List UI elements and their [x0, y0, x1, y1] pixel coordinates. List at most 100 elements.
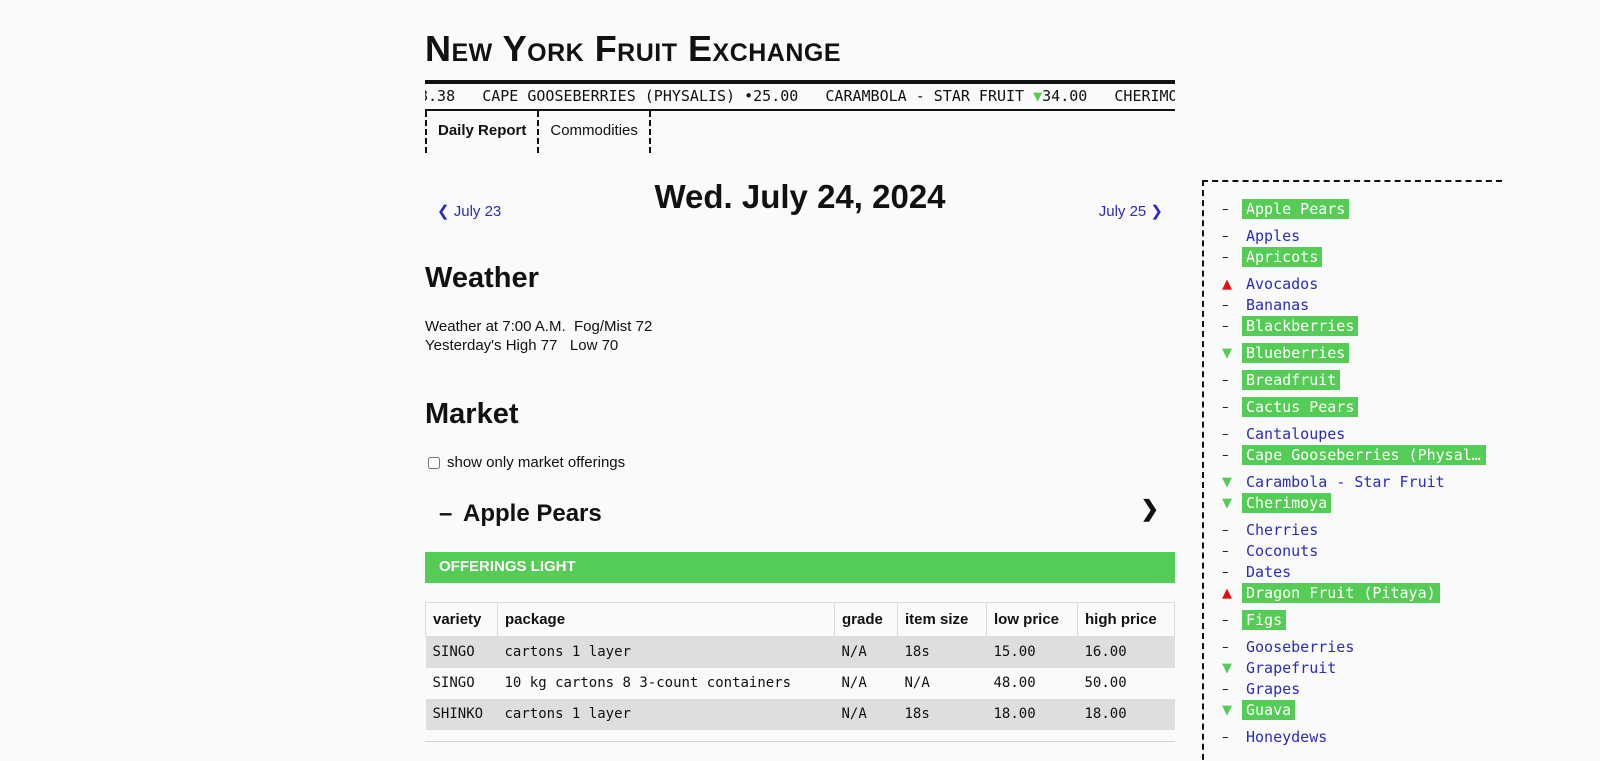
report-date: Wed. July 24, 2024 — [654, 178, 946, 215]
sidebar-commodity-link[interactable]: Cape Gooseberries (Physalis) — [1242, 445, 1486, 465]
sidebar-commodity-item[interactable]: – Cantaloupes — [1222, 423, 1349, 445]
sidebar-commodity-link[interactable]: Figs — [1242, 610, 1287, 630]
cell-low-price: 48.00 — [993, 675, 1036, 691]
sidebar-commodity-item[interactable]: – Breadfruit — [1222, 369, 1341, 391]
tab-daily-report[interactable]: Daily Report — [425, 111, 537, 153]
sidebar-commodity-item[interactable]: – Dates — [1222, 561, 1295, 583]
trend-flat-icon: – — [1222, 399, 1229, 415]
table-row: SINGO cartons 1 layer N/A 18s 15.00 16.0… — [425, 636, 1175, 668]
cell-item-size: 18s — [897, 636, 987, 668]
sidebar-commodity-item[interactable]: – Cherries — [1222, 519, 1322, 541]
trend-flat-icon: – — [1222, 372, 1229, 388]
ticker-price: 25.00 — [753, 87, 799, 105]
sidebar-commodity-link[interactable]: Cactus Pears — [1242, 397, 1359, 417]
trend-down-icon: ▼ — [1222, 702, 1232, 718]
sidebar-commodity-item[interactable]: – Cactus Pears — [1222, 396, 1359, 418]
next-day-link[interactable]: July 25 ❯ — [1099, 202, 1163, 220]
sidebar-commodity-item[interactable]: ▲ Avocados — [1222, 273, 1322, 295]
sidebar-commodity-item[interactable]: – Apples — [1222, 225, 1304, 247]
sidebar-commodity-item[interactable]: – Cape Gooseberries (Physalis) — [1222, 444, 1486, 466]
sidebar-commodity-item[interactable]: ▼ Blueberries — [1222, 342, 1350, 364]
cell-grade: N/A — [841, 675, 867, 691]
trend-flat-icon: – — [439, 500, 453, 527]
nav-tabs: Daily Report Commodities — [425, 111, 651, 153]
tab-commodities[interactable]: Commodities — [537, 111, 651, 153]
trend-down-icon: ▼ — [1222, 474, 1232, 490]
trend-flat-icon: – — [1222, 564, 1229, 580]
cell-variety: SHINKO — [425, 698, 498, 730]
date-navigation: ❮ July 23 Wed. July 24, 2024 July 25 ❯ — [425, 176, 1175, 220]
fruit-section-header[interactable]: – Apple Pears ❯ — [425, 496, 1175, 532]
sidebar-commodity-link[interactable]: Cherimoya — [1242, 493, 1332, 513]
sidebar-commodity-link[interactable]: Cherries — [1242, 520, 1322, 540]
sidebar-commodity-item[interactable]: – Honeydews — [1222, 726, 1331, 748]
sidebar-commodity-item[interactable]: – Gooseberries — [1222, 636, 1358, 658]
sidebar-commodity-item[interactable]: – Coconuts — [1222, 540, 1322, 562]
bullet-icon: • — [744, 87, 754, 105]
sidebar-commodity-link[interactable]: Apples — [1242, 226, 1304, 246]
ticker-price: 8.38 — [425, 87, 456, 105]
column-header: low price — [986, 602, 1078, 637]
table-row: SHINKO cartons 1 layer N/A 18s 18.00 18.… — [425, 698, 1175, 730]
market-offerings-label: show only market offerings — [447, 454, 626, 471]
sidebar-commodity-item[interactable]: ▼ Carambola - Star Fruit — [1222, 471, 1449, 493]
sidebar-commodity-link[interactable]: Guava — [1242, 700, 1296, 720]
cell-item-size: N/A — [904, 675, 930, 691]
commodity-sidebar: – Apple Pears – Apples – Apricots ▲ Avocados – Ba… — [1202, 180, 1502, 761]
ticker-commodity: CARAMBOLA - STAR FRUIT — [825, 87, 1034, 105]
offerings-table: variety package grade item size low pric… — [425, 602, 1175, 730]
sidebar-commodity-link[interactable]: Apricots — [1242, 247, 1323, 267]
column-header: variety — [425, 602, 498, 637]
section-divider — [425, 741, 1175, 742]
sidebar-commodity-link[interactable]: Gooseberries — [1242, 637, 1358, 657]
sidebar-commodity-item[interactable]: – Blackberries — [1222, 315, 1359, 337]
sidebar-commodity-link[interactable]: Blackberries — [1242, 316, 1359, 336]
sidebar-commodity-link[interactable]: Cantaloupes — [1242, 424, 1349, 444]
ticker-track: 8.38 CAPE GOOSEBERRIES (PHYSALIS) •25.00… — [425, 84, 1175, 108]
sidebar-commodity-item[interactable]: ▲ Dragon Fruit (Pitaya) — [1222, 582, 1440, 604]
table-header-row: variety package grade item size low pric… — [425, 602, 1175, 637]
sidebar-commodity-item[interactable]: – Apricots — [1222, 246, 1323, 268]
sidebar-commodity-item[interactable]: ▼ Guava — [1222, 699, 1296, 721]
cell-grade: N/A — [834, 636, 898, 668]
sidebar-commodity-link[interactable]: Dragon Fruit (Pitaya) — [1242, 583, 1440, 603]
fruit-name: Apple Pears — [463, 500, 602, 527]
ticker-price: 34.00 — [1042, 87, 1088, 105]
sidebar-commodity-item[interactable]: ▼ Grapefruit — [1222, 657, 1340, 679]
sidebar-commodity-link[interactable]: Carambola - Star Fruit — [1242, 472, 1449, 492]
cell-item-size: 18s — [897, 698, 987, 730]
cell-package: 10 kg cartons 8 3-count containers — [504, 675, 792, 691]
cell-variety: SINGO — [425, 636, 498, 668]
sidebar-commodity-item[interactable]: – Apple Pears — [1222, 198, 1350, 220]
market-offerings-checkbox[interactable] — [428, 456, 440, 469]
sidebar-commodity-item[interactable]: – Figs — [1222, 609, 1287, 631]
ticker-commodity: CAPE GOOSEBERRIES (PHYSALIS) — [482, 87, 745, 105]
weather-conditions: Weather at 7:00 A.M. Fog/Mist 72 — [425, 318, 653, 335]
trend-flat-icon: – — [1222, 201, 1229, 217]
trend-flat-icon: – — [1222, 249, 1229, 265]
cell-variety: SINGO — [432, 675, 475, 691]
sidebar-commodity-link[interactable]: Apple Pears — [1242, 199, 1350, 219]
chevron-right-icon[interactable]: ❯ — [1141, 496, 1159, 522]
trend-flat-icon: – — [1222, 318, 1229, 334]
sidebar-commodity-item[interactable]: – Grapes — [1222, 678, 1304, 700]
trend-flat-icon: – — [1222, 729, 1229, 745]
sidebar-commodity-link[interactable]: Bananas — [1242, 295, 1313, 315]
sidebar-commodity-link[interactable]: Blueberries — [1242, 343, 1350, 363]
sidebar-commodity-item[interactable]: ▼ Cherimoya — [1222, 492, 1332, 514]
sidebar-commodity-link[interactable]: Breadfruit — [1242, 370, 1341, 390]
sidebar-commodity-link[interactable]: Grapes — [1242, 679, 1304, 699]
trend-down-icon: ▼ — [1222, 660, 1232, 676]
sidebar-commodity-link[interactable]: Honeydews — [1242, 727, 1331, 747]
sidebar-commodity-item[interactable]: – Bananas — [1222, 294, 1313, 316]
cell-high-price: 18.00 — [1077, 698, 1175, 730]
sidebar-commodity-link[interactable]: Coconuts — [1242, 541, 1322, 561]
trend-flat-icon: – — [1222, 522, 1229, 538]
column-header: high price — [1077, 602, 1175, 637]
market-offerings-filter[interactable]: show only market offerings — [428, 454, 625, 471]
sidebar-commodity-link[interactable]: Dates — [1242, 562, 1295, 582]
site-title: New York Fruit Exchange — [425, 28, 842, 69]
sidebar-commodity-link[interactable]: Grapefruit — [1242, 658, 1340, 678]
column-header: grade — [834, 602, 898, 637]
sidebar-commodity-link[interactable]: Avocados — [1242, 274, 1322, 294]
